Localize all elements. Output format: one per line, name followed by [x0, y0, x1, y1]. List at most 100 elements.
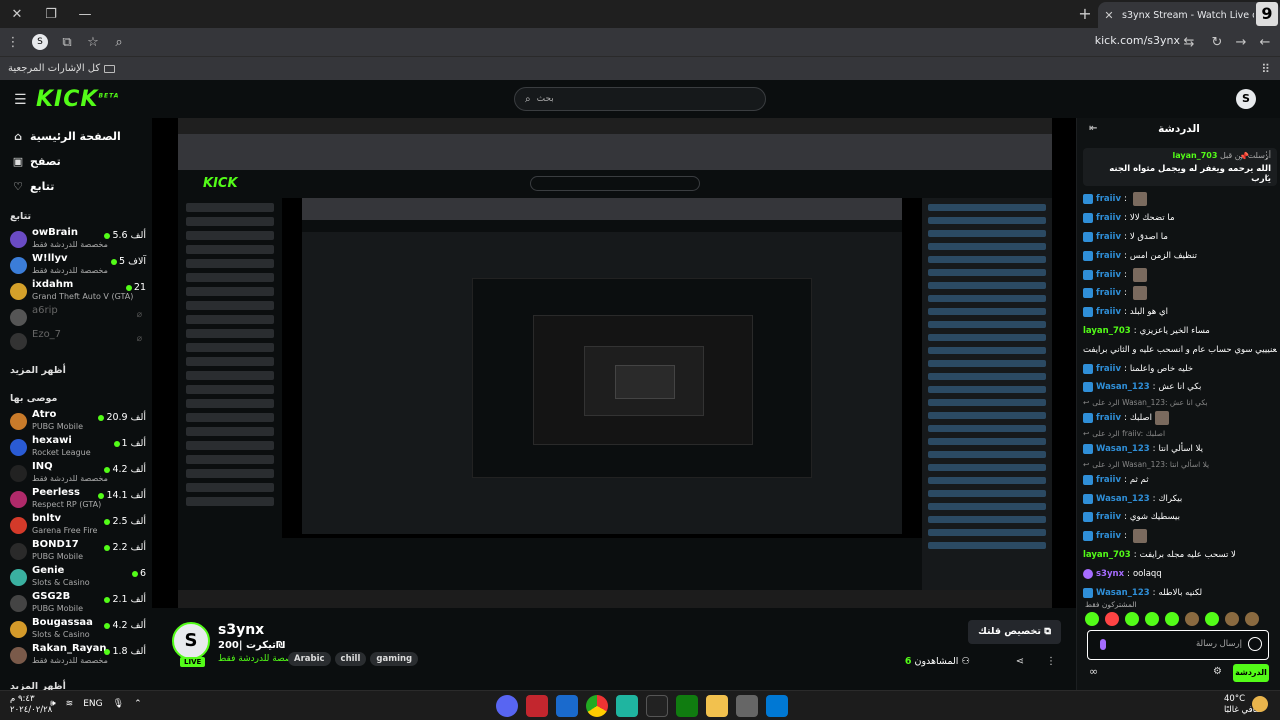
emote-4[interactable]: [1145, 612, 1159, 626]
chat-message[interactable]: fraiiv:: [1083, 527, 1277, 546]
chat-message[interactable]: fraiiv: خليه خاص واعلمنا: [1083, 359, 1277, 378]
chat-send-button[interactable]: الدردشة: [1233, 664, 1269, 682]
following-channel[interactable]: W!llyv مخصصة للدردشة فقط 5 آلاف: [0, 253, 152, 279]
tag-chill[interactable]: chill: [334, 652, 367, 666]
video-player[interactable]: KICK: [152, 118, 1076, 608]
emote-6[interactable]: [1185, 612, 1199, 626]
message-username[interactable]: fraiiv: [1096, 288, 1121, 298]
kick-logo[interactable]: KICKBETA: [36, 87, 119, 112]
streamer-name[interactable]: s3ynx: [218, 622, 264, 638]
message-username[interactable]: fraiiv: [1096, 364, 1121, 374]
chat-message[interactable]: fraiiv: بيسطيك شوي: [1083, 508, 1277, 527]
chat-message[interactable]: Wasan_123: بيكراك: [1083, 489, 1277, 508]
nav-home[interactable]: ⌂ الصفحة الرئيسية: [0, 124, 152, 149]
nav-following[interactable]: ♡ تتابع: [0, 174, 152, 199]
back-icon[interactable]: ←: [1252, 35, 1278, 50]
app-icon[interactable]: [736, 695, 758, 717]
chevron-down-icon[interactable]: ⌄: [1263, 170, 1271, 180]
chat-message[interactable]: fraiiv: ثم ثم: [1083, 470, 1277, 489]
search-input[interactable]: ⌕ بحث: [514, 87, 766, 111]
minimize-window-icon[interactable]: —: [68, 7, 102, 22]
emote-2[interactable]: [1105, 612, 1119, 626]
recommended-channel[interactable]: Peerless Respect RP (GTA) 14.1 ألف: [0, 487, 152, 513]
share-icon[interactable]: ⋖: [1016, 656, 1024, 667]
chat-input[interactable]: إرسال رسالة: [1087, 630, 1269, 660]
browser-profile-icon[interactable]: S: [32, 34, 48, 50]
forward-icon[interactable]: →: [1228, 35, 1254, 50]
recommended-channel[interactable]: Bougassaa Slots & Casino 4.2 ألف: [0, 617, 152, 643]
chat-message[interactable]: fraiiv:: [1083, 265, 1277, 284]
chat-message[interactable]: fraiiv: ما اصدق لا: [1083, 228, 1277, 247]
recommended-channel[interactable]: bnltv Garena Free Fire 2.5 ألف: [0, 513, 152, 539]
emote-5[interactable]: [1165, 612, 1179, 626]
chat-message[interactable]: fraiiv:: [1083, 190, 1277, 209]
recommended-channel[interactable]: Rakan_Rayan مخصصة للدردشة فقط 1.8 ألف: [0, 643, 152, 669]
message-username[interactable]: fraiiv: [1096, 251, 1121, 261]
shield-app-icon[interactable]: [556, 695, 578, 717]
chat-message[interactable]: layan_703: لا تسحب عليه مجله برايفت: [1083, 546, 1277, 565]
message-username[interactable]: Wasan_123: [1096, 588, 1150, 598]
infinity-icon[interactable]: ∞: [1089, 665, 1098, 678]
message-username[interactable]: fraiiv: [1096, 213, 1121, 223]
volume-icon[interactable]: 🕪: [50, 699, 56, 709]
chat-message[interactable]: fraiiv: اصلبك: [1083, 409, 1277, 428]
chat-reply-context[interactable]: ↩ الرد على Wasan_123: يلا اسألي انتا: [1083, 458, 1277, 470]
message-username[interactable]: fraiiv: [1096, 531, 1121, 541]
chat-message[interactable]: fraiiv:: [1083, 284, 1277, 303]
wifi-icon[interactable]: ≋: [66, 699, 74, 709]
emote-1[interactable]: [1085, 612, 1099, 626]
message-username[interactable]: layan_703: [1083, 326, 1131, 336]
message-username[interactable]: Wasan_123: [1096, 444, 1150, 454]
show-more-following[interactable]: أظهر المزيد: [0, 361, 152, 381]
following-channel[interactable]: a6rip ⌀: [0, 305, 152, 329]
chat-message[interactable]: s3ynx: oolaqq: [1083, 564, 1277, 583]
following-channel[interactable]: Ezo_7 ⌀: [0, 329, 152, 353]
tray-chevron-icon[interactable]: ⌃: [134, 699, 142, 709]
recommended-channel[interactable]: GSG2B PUBG Mobile 2.1 ألف: [0, 591, 152, 617]
nav-browse[interactable]: ▣ تصفح: [0, 149, 152, 174]
chrome-icon[interactable]: [586, 695, 608, 717]
chat-message[interactable]: layan_703: مساء الخير ياعزيزي: [1083, 322, 1277, 341]
recommended-channel[interactable]: Genie Slots & Casino 6: [0, 565, 152, 591]
recommended-channel[interactable]: Atro PUBG Mobile 20.9 ألف: [0, 409, 152, 435]
message-username[interactable]: fraiiv: [1096, 413, 1121, 423]
chat-message[interactable]: fraiiv: ما تضحك لالا: [1083, 209, 1277, 228]
maximize-window-icon[interactable]: ❐: [34, 7, 68, 22]
more-options-icon[interactable]: ⋮: [1046, 656, 1056, 667]
message-username[interactable]: fraiiv: [1096, 270, 1121, 280]
emoji-icon[interactable]: [1248, 637, 1262, 651]
following-channel[interactable]: owBrain مخصصة للدردشة فقط 5.6 ألف: [0, 227, 152, 253]
zoom-icon[interactable]: ⌕: [106, 35, 132, 50]
apps-grid-icon[interactable]: ⠿: [1261, 62, 1270, 76]
active-tab[interactable]: ✕ s3ynx Stream - Watch Live on Kick K: [1098, 2, 1280, 28]
tag-arabic[interactable]: Arabic: [288, 652, 331, 666]
windows-start-icon[interactable]: [766, 695, 788, 717]
xbox-icon[interactable]: [676, 695, 698, 717]
message-username[interactable]: fraiiv: [1096, 194, 1121, 204]
chat-message[interactable]: fraiiv: اي هو البلد: [1083, 303, 1277, 322]
address-bar[interactable]: kick.com/s3ynx: [960, 34, 1180, 47]
bookmark-star-icon[interactable]: ☆: [80, 35, 106, 50]
extensions-icon[interactable]: ⧉: [54, 35, 80, 50]
recommended-channel[interactable]: BOND17 PUBG Mobile 2.2 ألف: [0, 539, 152, 565]
chat-message[interactable]: fraiiv: تنظيف الزمن امس: [1083, 246, 1277, 265]
site-settings-icon[interactable]: ⇆: [1176, 35, 1202, 50]
chat-message[interactable]: يعنيييي سوي حساب عام و انسحب عليه و الثا…: [1083, 340, 1277, 359]
message-username[interactable]: s3ynx: [1096, 569, 1124, 579]
new-tab-button[interactable]: +: [1076, 5, 1094, 23]
following-channel[interactable]: ixdahm Grand Theft Auto V (GTA) 21: [0, 279, 152, 305]
emote-8[interactable]: [1225, 612, 1239, 626]
message-username[interactable]: fraiiv: [1096, 232, 1121, 242]
tag-gaming[interactable]: gaming: [370, 652, 419, 666]
all-bookmarks-label[interactable]: كل الإشارات المرجعية: [8, 63, 100, 74]
message-username[interactable]: fraiiv: [1096, 475, 1121, 485]
profile-badge[interactable]: 9: [1256, 2, 1278, 26]
menu-dots-icon[interactable]: ⋮: [0, 35, 26, 50]
user-avatar[interactable]: S: [1236, 89, 1256, 109]
discord-icon[interactable]: [496, 695, 518, 717]
emote-7[interactable]: [1205, 612, 1219, 626]
emote-9[interactable]: [1245, 612, 1259, 626]
chat-message[interactable]: Wasan_123: يلا اسألي انتا: [1083, 440, 1277, 459]
collapse-chat-icon[interactable]: ⇤: [1089, 118, 1097, 140]
recommended-channel[interactable]: INQ مخصصة للدردشة فقط 4.2 ألف: [0, 461, 152, 487]
